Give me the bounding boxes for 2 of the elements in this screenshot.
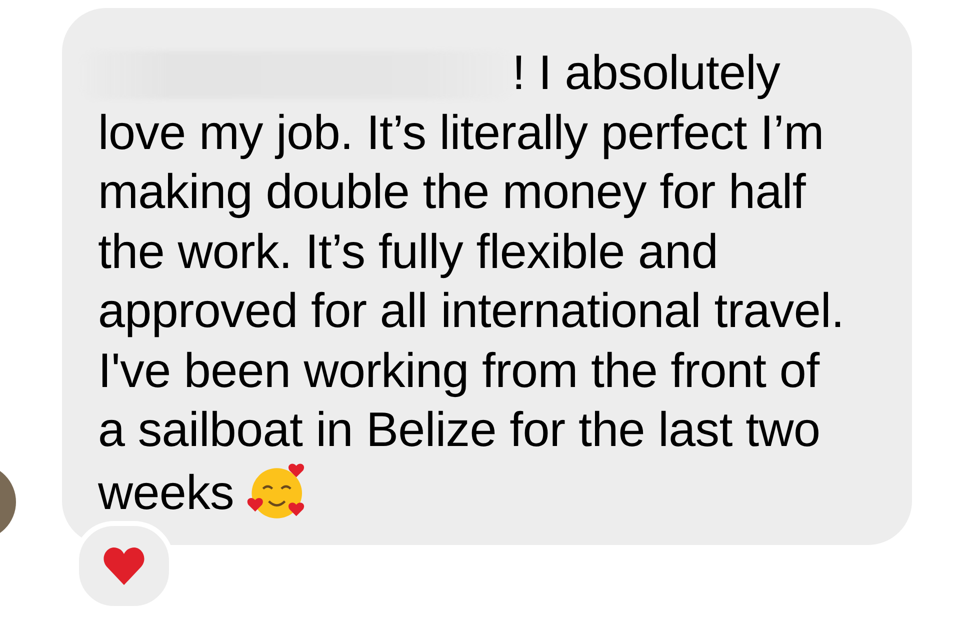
heart-icon	[102, 545, 146, 587]
message-text: ! I absolutely love my job. It’s literally perfect I’m making double the money for half the work. It’s fully flexible and approved for all international travel. I've been working from the front of a sailboat in Belize for the last two weeks	[98, 44, 892, 523]
